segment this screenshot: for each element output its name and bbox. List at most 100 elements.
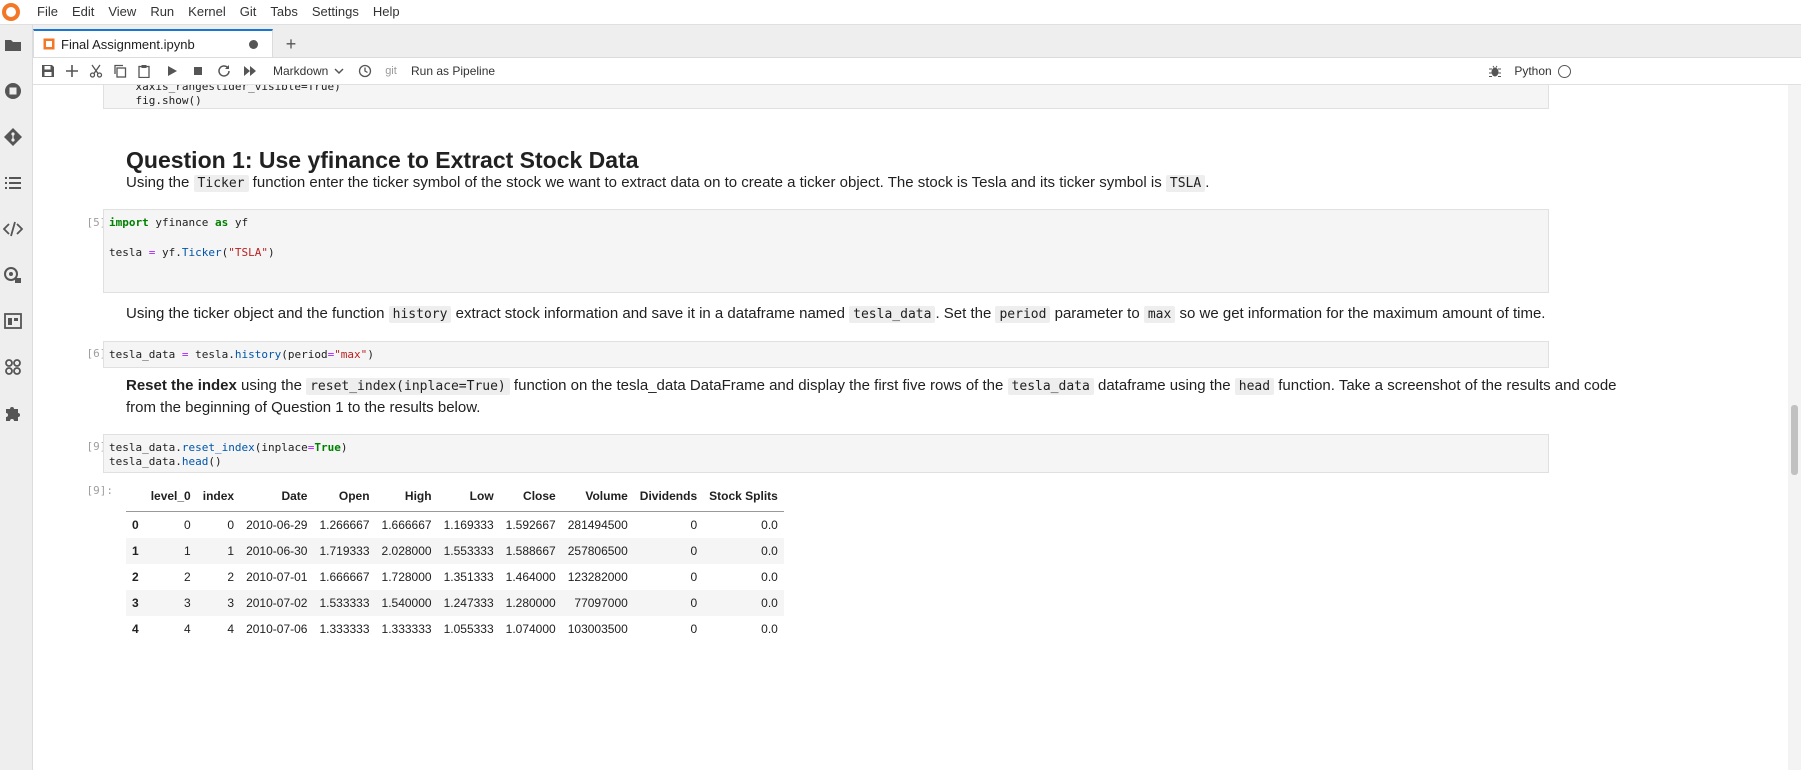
notebook-tab[interactable]: Final Assignment.ipynb [33,29,273,57]
table-cell: 2 [227,570,235,584]
unsaved-indicator-icon[interactable] [249,39,258,49]
menu-tabs[interactable]: Tabs [263,0,304,24]
notebook-toolbar: Markdown git Run as Pipeline Python [33,58,1801,85]
menu-git[interactable]: Git [233,0,264,24]
dataframe-output-table: level_0 index Date Open High Low Close V… [126,481,784,642]
running-sessions-icon[interactable] [0,79,26,103]
table-cell: 0 [633,538,704,564]
table-cell: 1.055333 [443,622,494,636]
chevron-down-icon [334,68,344,75]
code-line: fig.show() [109,94,202,107]
column-header: Date [240,481,314,512]
table-cell: 0.0 [761,570,778,584]
code-snippets-icon[interactable] [0,217,26,241]
cut-icon[interactable] [85,58,107,84]
scrollbar-thumb[interactable] [1791,405,1798,475]
document-tab-bar: Final Assignment.ipynb + [33,25,1801,58]
menu-bar: File Edit View Run Kernel Git Tabs Setti… [0,0,1801,25]
markdown-paragraph-reset-index-line2: from the beginning of Question 1 to the … [126,399,481,416]
menu-file[interactable]: File [30,0,65,24]
menu-run[interactable]: Run [143,0,181,24]
menu-edit[interactable]: Edit [65,0,101,24]
run-all-icon[interactable] [239,58,261,84]
table-cell: 0.0 [761,622,778,636]
notebook-scrollbar[interactable] [1788,85,1801,770]
run-icon[interactable] [161,58,183,84]
kernel-name-button[interactable]: Python [1513,58,1553,84]
restart-icon[interactable] [213,58,235,84]
column-header [126,481,145,512]
table-cell: 1.588667 [499,538,562,564]
save-icon[interactable] [37,58,59,84]
table-cell: 1.247333 [437,590,500,616]
column-header: Close [499,481,562,512]
table-cell: 0 [690,518,698,532]
table-cell: 0 [227,518,235,532]
menu-kernel[interactable]: Kernel [181,0,233,24]
table-of-contents-icon[interactable] [0,171,26,195]
insert-cell-icon[interactable] [61,58,83,84]
table-cell: 4 [184,622,191,636]
table-cell: 1.464000 [505,570,556,584]
table-cell: 1.074000 [505,622,556,636]
code-line: tesla = yf.Ticker("TSLA") [109,246,275,259]
git-diff-button[interactable]: git [380,58,402,84]
table-cell: 2010-06-30 [240,538,314,564]
left-sidebar [0,25,33,770]
cell-prompt: [6]: [86,347,114,360]
table-row: 0 0 0 2010-06-29 1.266667 1.666667 1.169… [126,512,784,539]
table-cell: 1.540000 [375,590,438,616]
cell-type-select[interactable]: Markdown [273,58,353,84]
clock-icon[interactable] [355,58,375,84]
code-cell-5[interactable]: import yfinance as yf tesla = yf.Ticker(… [103,209,1549,293]
row-index: 0 [132,518,139,532]
table-cell: 2010-07-01 [246,570,308,584]
code-line: tesla_data = tesla.history(period="max") [109,348,374,361]
menu-help[interactable]: Help [366,0,407,24]
extension-dashboard-icon[interactable] [0,309,26,333]
output-prompt: [9]: [86,484,114,497]
table-cell: 1 [144,538,197,564]
row-index: 1 [126,538,145,564]
table-cell: 103003500 [567,622,628,636]
extension-manager-icon[interactable] [0,401,26,425]
new-tab-button[interactable]: + [279,32,303,56]
folder-icon[interactable] [0,33,26,57]
paste-icon[interactable] [133,58,155,84]
git-icon[interactable] [0,125,26,149]
kernel-name-label: Python [1514,64,1552,78]
run-as-pipeline-button[interactable]: Run as Pipeline [411,58,511,84]
table-cell: 1 [196,538,241,564]
column-header: Low [437,481,500,512]
code-cell-9[interactable]: tesla_data.reset_index(inplace=True) tes… [103,434,1549,473]
code-line: tesla_data.reset_index(inplace=True) [109,441,348,454]
code-line: import yfinance as yf [109,216,249,229]
code-cell-previous[interactable]: xaxis_rangeslider_visible=True) fig.show… [103,85,1549,109]
table-cell: 0 [184,518,191,532]
components-icon[interactable] [0,355,26,379]
property-inspector-icon[interactable] [0,263,26,287]
table-cell: 1.280000 [499,590,562,616]
table-cell: 0.0 [703,590,784,616]
git-label: git [385,65,397,77]
table-cell: 0.0 [761,518,778,532]
column-header: Volume [561,481,634,512]
menu-view[interactable]: View [101,0,143,24]
table-cell: 0 [690,622,698,636]
copy-icon[interactable] [109,58,131,84]
table-cell: 1.333333 [381,622,432,636]
column-header: Stock Splits [703,481,784,512]
menu-settings[interactable]: Settings [305,0,366,24]
table-cell: 0.0 [703,538,784,564]
code-cell-6[interactable]: tesla_data = tesla.history(period="max") [103,341,1549,368]
notebook-panel: xaxis_rangeslider_visible=True) fig.show… [33,85,1788,770]
table-row: 3 3 3 2010-07-02 1.533333 1.540000 1.247… [126,590,784,616]
table-cell: 257806500 [561,538,634,564]
run-as-pipeline-label: Run as Pipeline [411,64,496,78]
column-header: Dividends [633,481,704,512]
table-cell: 4 [227,622,235,636]
notebook-tab-label: Final Assignment.ipynb [61,36,195,52]
bug-icon[interactable] [1485,58,1505,84]
stop-icon[interactable] [187,58,209,84]
table-cell: 77097000 [561,590,634,616]
